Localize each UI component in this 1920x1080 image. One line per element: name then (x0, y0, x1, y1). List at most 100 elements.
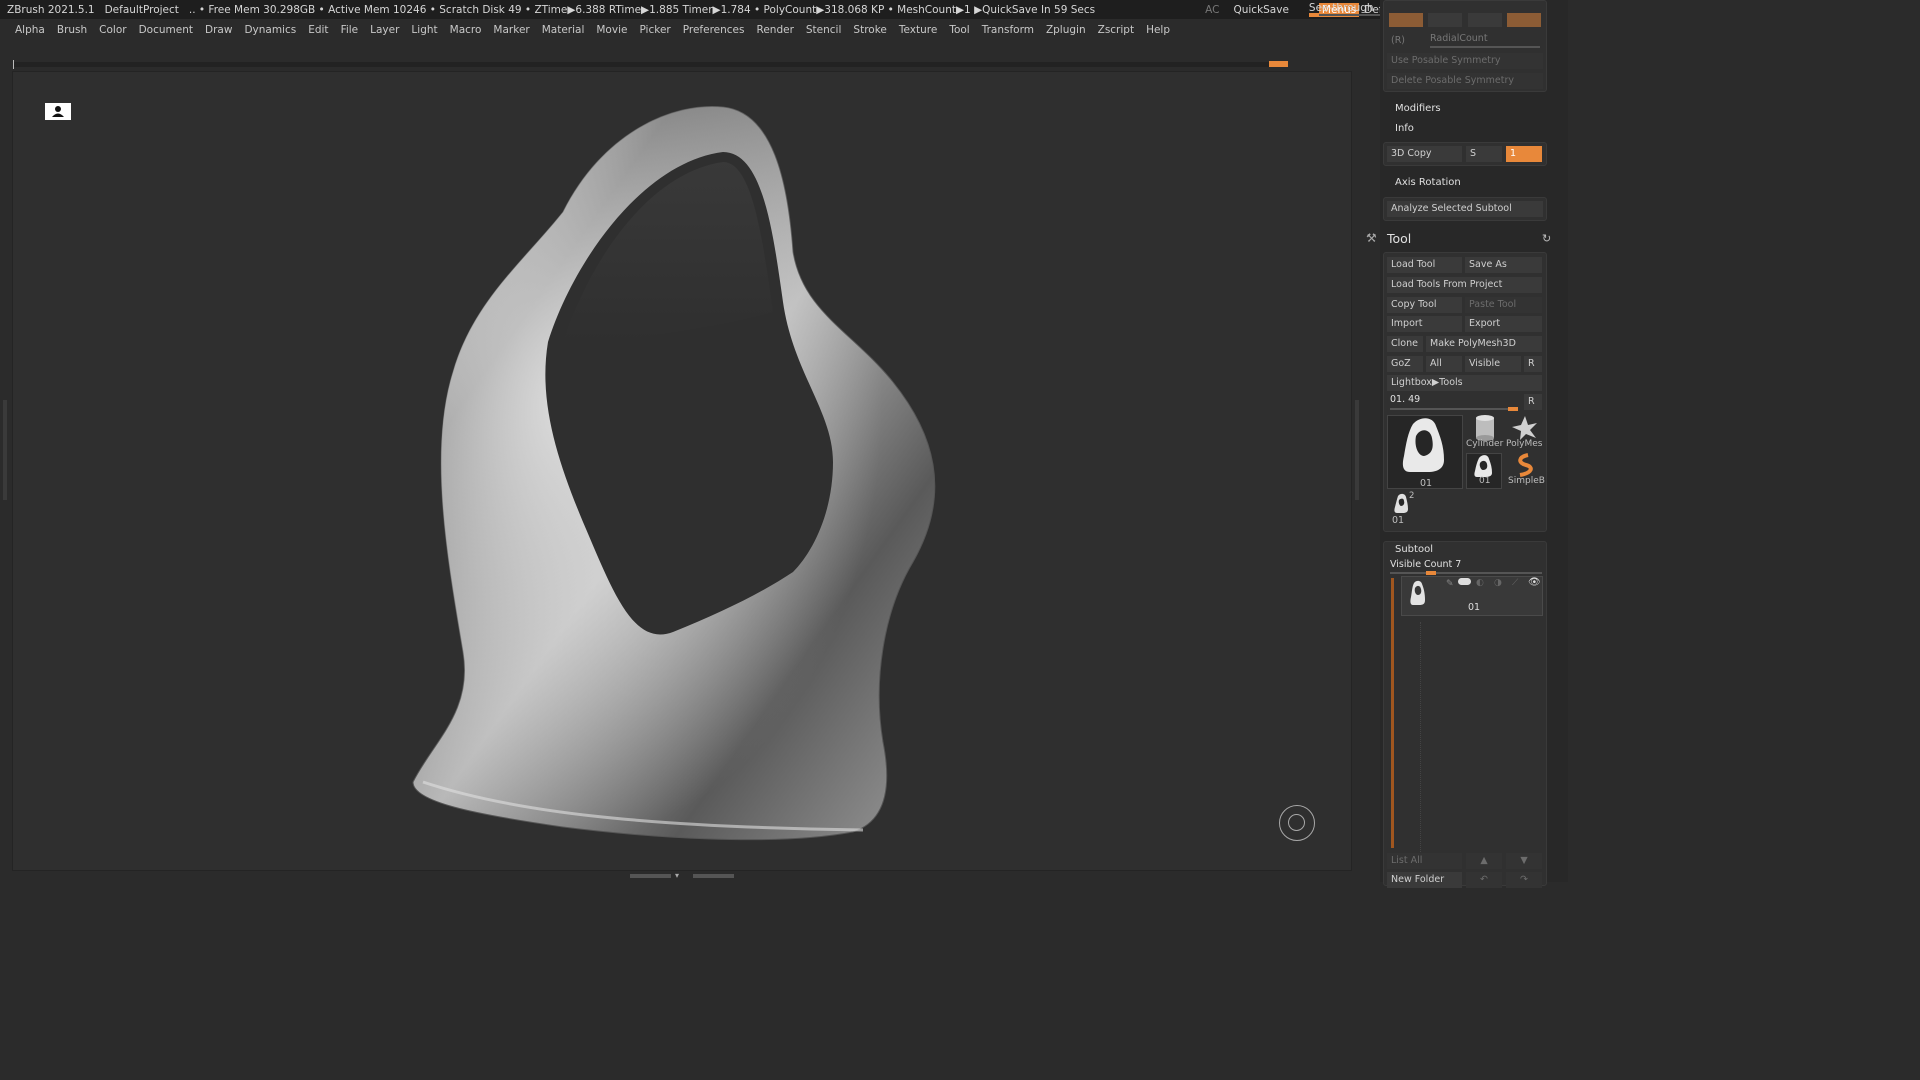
move-up-icon[interactable]: ▲ (1466, 853, 1502, 869)
load-tool-button[interactable]: Load Tool (1387, 257, 1462, 273)
analyze-selected-subtool-button[interactable]: Analyze Selected Subtool (1387, 201, 1543, 217)
menu-dynamics[interactable]: Dynamics (244, 24, 296, 36)
lightbox-tools-button[interactable]: Lightbox▶Tools (1387, 375, 1542, 391)
menu-marker[interactable]: Marker (493, 24, 529, 36)
menu-document[interactable]: Document (139, 24, 193, 36)
navigation-gizmo-icon[interactable] (1279, 805, 1315, 841)
subtool-brush-icon[interactable]: ⟋ (1512, 578, 1518, 588)
menu-movie[interactable]: Movie (596, 24, 627, 36)
right-tray-handle[interactable] (1355, 400, 1359, 500)
left-tray-handle[interactable] (3, 400, 7, 500)
menu-picker[interactable]: Picker (639, 24, 670, 36)
subtool-mode-icon[interactable]: ◑ (1494, 578, 1502, 588)
see-through-thumb[interactable] (1308, 13, 1319, 17)
tool-thumbnail-simplebrush[interactable]: SimpleB (1506, 453, 1545, 489)
quicksave-button[interactable]: QuickSave (1233, 4, 1288, 16)
tool-thumbnail-polymesh[interactable]: PolyMes (1506, 415, 1544, 451)
tool-thumbnail-small-label: 01 (1479, 476, 1491, 486)
menu-transform[interactable]: Transform (982, 24, 1034, 36)
subtool-eye-icon[interactable]: 👁 (1528, 577, 1541, 588)
subtool-list-guide (1420, 622, 1422, 852)
refresh-icon[interactable]: ↻ (1542, 232, 1551, 245)
sculpt-mesh[interactable] (393, 92, 973, 852)
visible-count-thumb[interactable] (1425, 571, 1436, 575)
delete-posable-symmetry-button[interactable]: Delete Posable Symmetry (1387, 73, 1543, 89)
load-tools-from-project-button[interactable]: Load Tools From Project (1387, 277, 1542, 293)
cylinder-label: Cylinder (1466, 439, 1504, 449)
sym-y-toggle[interactable] (1428, 13, 1462, 27)
tool-thumbnail-small[interactable]: 01 (1466, 453, 1502, 489)
copy-tool-button[interactable]: Copy Tool (1387, 297, 1462, 313)
menu-draw[interactable]: Draw (205, 24, 232, 36)
make-polymesh3d-button[interactable]: Make PolyMesh3D (1426, 336, 1542, 352)
menu-help[interactable]: Help (1146, 24, 1170, 36)
menu-render[interactable]: Render (757, 24, 794, 36)
bottom-tray-handle[interactable]: ▾ (630, 872, 734, 880)
list-all-button[interactable]: List All (1387, 853, 1462, 869)
menu-light[interactable]: Light (411, 24, 437, 36)
menu-material[interactable]: Material (542, 24, 585, 36)
goz-r-button[interactable]: R (1524, 356, 1542, 372)
menu-layer[interactable]: Layer (370, 24, 399, 36)
import-button[interactable]: Import (1387, 316, 1462, 332)
menu-brush[interactable]: Brush (57, 24, 87, 36)
axis-rotation-header[interactable]: Axis Rotation (1395, 177, 1461, 188)
subtool-scrollbar[interactable] (1391, 578, 1394, 848)
folder-up-icon[interactable]: ↶ (1466, 872, 1502, 888)
tool-r-button[interactable]: R (1524, 394, 1542, 410)
paste-tool-button[interactable]: Paste Tool (1465, 297, 1542, 313)
copy3d-button[interactable]: 3D Copy (1387, 146, 1462, 162)
subtool-toggle-icon[interactable] (1458, 578, 1471, 585)
ac-indicator[interactable]: AC (1205, 4, 1219, 16)
menu-color[interactable]: Color (99, 24, 126, 36)
export-button[interactable]: Export (1465, 316, 1542, 332)
tool-pin-icon[interactable]: ⚒ (1366, 231, 1377, 245)
camera-view-icon[interactable] (45, 103, 71, 120)
copy3d-s-button[interactable]: S (1466, 146, 1502, 162)
radial-r-toggle[interactable]: (R) (1391, 35, 1405, 46)
title-bar: ZBrush 2021.5.1 DefaultProject .. • Free… (0, 0, 1568, 19)
copy3d-value-field[interactable]: 1 (1506, 146, 1542, 162)
subtool-merge-icon[interactable]: ◐ (1476, 578, 1484, 588)
tool-slider[interactable] (1390, 407, 1518, 411)
subtool-thumbnail-icon (1410, 580, 1425, 605)
menu-stroke[interactable]: Stroke (853, 24, 886, 36)
folder-down-icon[interactable]: ↷ (1506, 872, 1542, 888)
menu-stencil[interactable]: Stencil (806, 24, 842, 36)
project-name[interactable]: DefaultProject (105, 4, 179, 16)
document-canvas[interactable] (12, 71, 1352, 871)
subtool-polypaint-icon[interactable]: ✎ (1446, 579, 1454, 589)
tool-thumbnail-cylinder[interactable]: Cylinder (1466, 415, 1504, 451)
menu-tool[interactable]: Tool (949, 24, 969, 36)
subtool-item[interactable]: ✎ ◐ ◑ ⟋ 👁 01 (1401, 576, 1543, 616)
sym-z-toggle[interactable] (1468, 13, 1502, 27)
goz-visible-button[interactable]: Visible (1465, 356, 1521, 372)
info-header[interactable]: Info (1395, 123, 1414, 134)
menu-edit[interactable]: Edit (308, 24, 328, 36)
menu-preferences[interactable]: Preferences (683, 24, 745, 36)
radial-count-slider[interactable] (1430, 46, 1540, 48)
new-folder-button[interactable]: New Folder (1387, 872, 1462, 888)
tool-thumbnail-bottom[interactable]: 2 01 (1389, 491, 1419, 529)
menu-zplugin[interactable]: Zplugin (1046, 24, 1086, 36)
sculpt-small-icon (1474, 455, 1492, 477)
sym-extra-toggle[interactable] (1507, 13, 1541, 27)
move-down-icon[interactable]: ▼ (1506, 853, 1542, 869)
tool-thumbnail-main[interactable]: 01 (1387, 415, 1463, 489)
use-posable-symmetry-button[interactable]: Use Posable Symmetry (1387, 53, 1543, 69)
modifiers-header[interactable]: Modifiers (1395, 103, 1441, 114)
goz-button[interactable]: GoZ (1387, 356, 1423, 372)
menu-alpha[interactable]: Alpha (15, 24, 45, 36)
visible-count-slider[interactable] (1390, 571, 1542, 575)
menu-texture[interactable]: Texture (899, 24, 937, 36)
menu-file[interactable]: File (341, 24, 359, 36)
clone-button[interactable]: Clone (1387, 336, 1423, 352)
menu-zscript[interactable]: Zscript (1098, 24, 1134, 36)
save-as-button[interactable]: Save As (1465, 257, 1542, 273)
menu-macro[interactable]: Macro (450, 24, 482, 36)
subtool-header[interactable]: Subtool (1395, 544, 1433, 555)
sym-x-toggle[interactable] (1389, 13, 1423, 27)
tool-palette-title[interactable]: Tool (1387, 231, 1411, 246)
goz-all-button[interactable]: All (1426, 356, 1462, 372)
menu-bar: Alpha Brush Color Document Draw Dynamics… (0, 19, 1380, 41)
